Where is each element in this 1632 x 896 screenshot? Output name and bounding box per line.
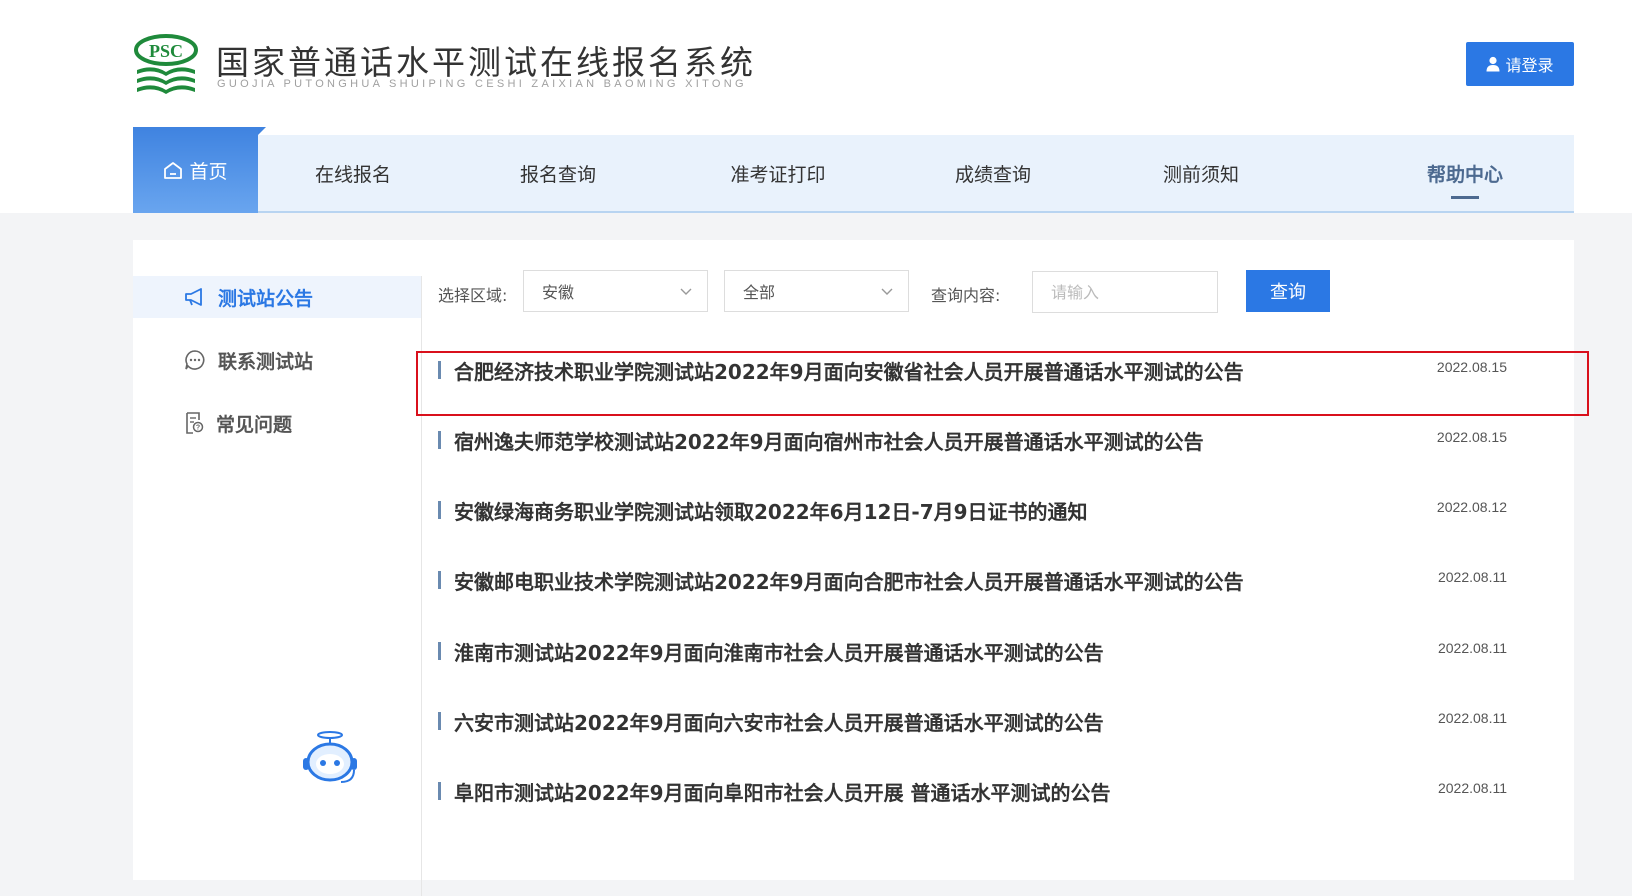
sidebar-item-contact[interactable]: 联系测试站 xyxy=(133,339,421,381)
announcement-title[interactable]: 宿州逸夫师范学校测试站2022年9月面向宿州市社会人员开展普通话水平测试的公告 xyxy=(454,426,1204,455)
list-bullet xyxy=(438,712,441,730)
sidebar-item-faq[interactable]: ? 常见问题 xyxy=(133,402,421,444)
announcement-date: 2022.08.12 xyxy=(1436,499,1507,515)
nav-label: 成绩查询 xyxy=(954,163,1031,186)
chevron-down-icon xyxy=(680,288,692,295)
scope-select[interactable]: 全部 xyxy=(724,270,909,312)
announcement-title[interactable]: 淮南市测试站2022年9月面向淮南市社会人员开展普通话水平测试的公告 xyxy=(454,637,1104,666)
sidebar-item-label: 常见问题 xyxy=(216,413,293,436)
nav-home[interactable]: 首页 xyxy=(133,127,258,213)
sidebar-item-label: 测试站公告 xyxy=(218,287,314,310)
scope-select-value: 全部 xyxy=(743,283,776,302)
site-subtitle: GUOJIA PUTONGHUA SHUIPING CESHI ZAIXIAN … xyxy=(217,78,747,90)
announcement-title[interactable]: 合肥经济技术职业学院测试站2022年9月面向安徽省社会人员开展普通话水平测试的公… xyxy=(454,356,1244,385)
announcement-date: 2022.08.15 xyxy=(1436,359,1507,375)
list-item[interactable]: 阜阳市测试站2022年9月面向阜阳市社会人员开展 普通话水平测试的公告 2022… xyxy=(438,756,1558,826)
nav-pretest-notice[interactable]: 测前须知 xyxy=(1101,135,1301,211)
nav-label: 测前须知 xyxy=(1162,163,1239,186)
announcement-date: 2022.08.11 xyxy=(1437,569,1507,585)
customer-service-robot-icon[interactable] xyxy=(299,730,361,788)
nav-label: 在线报名 xyxy=(314,163,391,186)
nav-home-label: 首页 xyxy=(189,160,228,183)
nav-admission-ticket-print[interactable]: 准考证打印 xyxy=(673,135,883,211)
svg-text:?: ? xyxy=(196,425,200,432)
list-item[interactable]: 宿州逸夫师范学校测试站2022年9月面向宿州市社会人员开展普通话水平测试的公告 … xyxy=(438,405,1558,475)
login-label: 请登录 xyxy=(1505,56,1554,75)
list-bullet xyxy=(438,642,441,660)
logo-text: PSC xyxy=(149,41,183,61)
nav-label: 准考证打印 xyxy=(730,163,826,186)
main-content: 测试站公告 联系测试站 ? 常见问题 选择区域: 安徽 全部 查询内容: 请输入… xyxy=(133,240,1574,896)
list-bullet xyxy=(438,571,441,589)
psc-logo: PSC xyxy=(134,34,198,94)
sidebar: 测试站公告 联系测试站 ? 常见问题 xyxy=(133,276,422,896)
login-button[interactable]: 请登录 xyxy=(1466,42,1574,86)
nav-online-registration[interactable]: 在线报名 xyxy=(258,135,448,211)
list-bullet xyxy=(438,431,441,449)
query-input[interactable] xyxy=(1032,271,1218,313)
chevron-down-icon xyxy=(881,288,893,295)
announcement-title[interactable]: 安徽绿海商务职业学院测试站领取2022年6月12日-7月9日证书的通知 xyxy=(454,496,1088,525)
list-bullet xyxy=(438,361,441,379)
chat-bubble-icon xyxy=(185,350,205,370)
announcement-title[interactable]: 安徽邮电职业技术学院测试站2022年9月面向合肥市社会人员开展普通话水平测试的公… xyxy=(454,566,1244,595)
nav-label: 帮助中心 xyxy=(1426,163,1503,186)
list-item[interactable]: 六安市测试站2022年9月面向六安市社会人员开展普通话水平测试的公告 2022.… xyxy=(438,686,1558,756)
nav-home-notch xyxy=(258,127,266,135)
faq-document-icon: ? xyxy=(186,412,204,434)
nav-score-query[interactable]: 成绩查询 xyxy=(893,135,1093,211)
nav-label: 报名查询 xyxy=(519,163,596,186)
list-bullet xyxy=(438,782,441,800)
site-title: 国家普通话水平测试在线报名系统 xyxy=(216,43,756,82)
filter-bar: 选择区域: 安徽 全部 查询内容: 查询 xyxy=(438,270,1538,314)
region-select-value: 安徽 xyxy=(542,283,575,302)
list-item[interactable]: 安徽绿海商务职业学院测试站领取2022年6月12日-7月9日证书的通知 2022… xyxy=(438,475,1558,545)
list-item[interactable]: 安徽邮电职业技术学院测试站2022年9月面向合肥市社会人员开展普通话水平测试的公… xyxy=(438,545,1558,615)
region-select[interactable]: 安徽 xyxy=(523,270,708,312)
announcement-date: 2022.08.11 xyxy=(1437,710,1507,726)
main-nav: 首页 在线报名 报名查询 准考证打印 成绩查询 测前须知 帮助中心 xyxy=(133,127,1574,213)
query-label: 查询内容: xyxy=(931,286,1001,305)
list-item[interactable]: 淮南市测试站2022年9月面向淮南市社会人员开展普通话水平测试的公告 2022.… xyxy=(438,616,1558,686)
nav-registration-query[interactable]: 报名查询 xyxy=(458,135,658,211)
nav-active-underline xyxy=(1451,196,1479,199)
announcement-title[interactable]: 六安市测试站2022年9月面向六安市社会人员开展普通话水平测试的公告 xyxy=(454,707,1104,736)
sidebar-item-label: 联系测试站 xyxy=(218,350,314,373)
region-label: 选择区域: xyxy=(438,286,508,305)
user-icon xyxy=(1486,56,1500,72)
megaphone-icon xyxy=(185,288,202,306)
list-item[interactable]: 合肥经济技术职业学院测试站2022年9月面向安徽省社会人员开展普通话水平测试的公… xyxy=(438,335,1558,405)
announcement-title[interactable]: 阜阳市测试站2022年9月面向阜阳市社会人员开展 普通话水平测试的公告 xyxy=(454,777,1111,806)
announcement-date: 2022.08.15 xyxy=(1436,429,1507,445)
query-button[interactable]: 查询 xyxy=(1246,270,1330,312)
nav-help-center[interactable]: 帮助中心 xyxy=(1365,135,1565,211)
home-icon xyxy=(164,161,183,179)
sidebar-item-announcements[interactable]: 测试站公告 xyxy=(133,276,421,318)
list-bullet xyxy=(438,501,441,519)
announcement-date: 2022.08.11 xyxy=(1437,640,1507,656)
announcement-date: 2022.08.11 xyxy=(1437,780,1507,796)
header: PSC 国家普通话水平测试在线报名系统 GUOJIA PUTONGHUA SHU… xyxy=(0,0,1632,213)
